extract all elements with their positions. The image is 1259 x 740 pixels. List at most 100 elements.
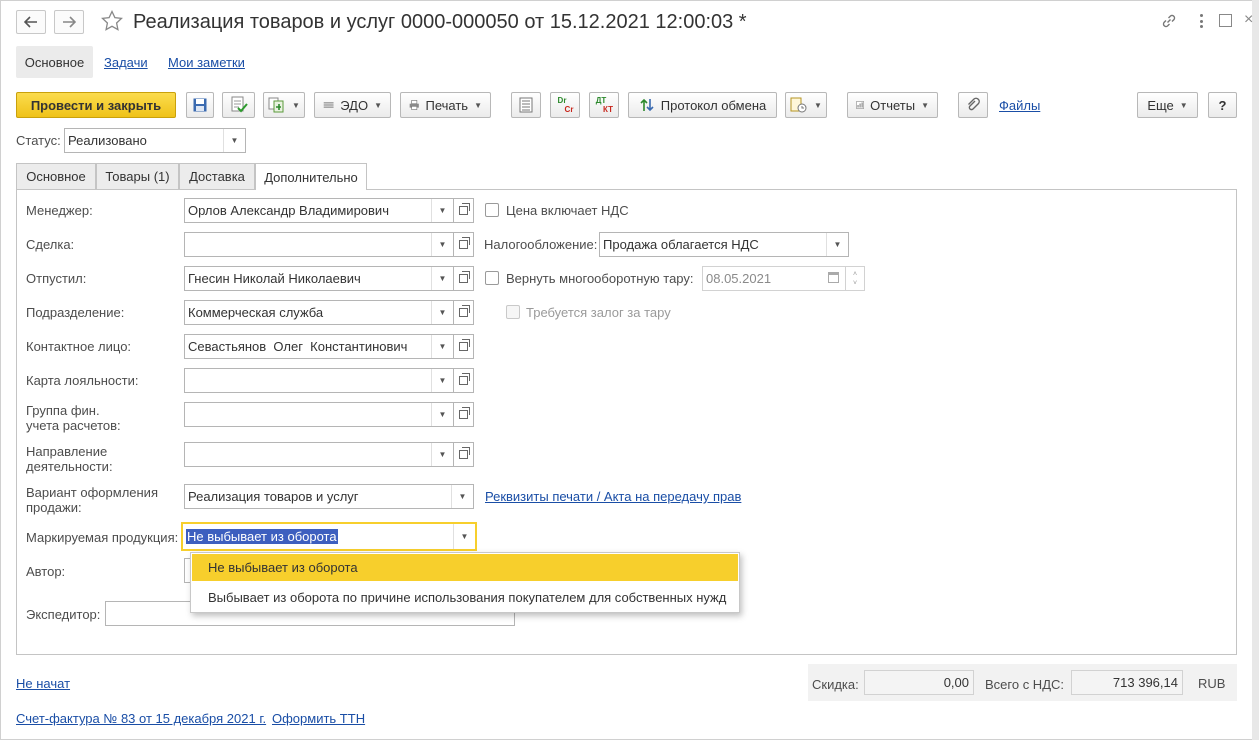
spin-up-icon[interactable]: ˄ (853, 270, 857, 279)
status-select[interactable]: Реализовано ▼ (64, 128, 246, 153)
dropdown-option-withdrawn-own-use[interactable]: Выбывает из оборота по причине использов… (192, 584, 738, 611)
spin-down-icon[interactable]: ˅ (853, 279, 857, 288)
discount-label: Скидка: (812, 677, 859, 692)
contact-field[interactable]: Севастьянов Олег Константинович ▼ (184, 334, 454, 359)
chevron-down-icon[interactable]: ▼ (431, 403, 453, 426)
forward-button[interactable] (54, 10, 84, 34)
nav-tab-notes[interactable]: Мои заметки (168, 55, 245, 70)
forwarder-label: Экспедитор: (26, 607, 101, 622)
taxation-label: Налогообложение: (484, 237, 598, 252)
fin-group-label: Группа фин. учета расчетов: (26, 403, 121, 433)
tab-additional[interactable]: Дополнительно (255, 163, 367, 190)
open-icon (459, 237, 470, 249)
released-field[interactable]: Гнесин Николай Николаевич ▼ (184, 266, 454, 291)
nav-tab-tasks[interactable]: Задачи (104, 55, 148, 70)
chevron-down-icon[interactable]: ▼ (431, 233, 453, 256)
taxation-select[interactable]: Продажа облагается НДС ▼ (599, 232, 849, 257)
nav-tab-main[interactable]: Основное (16, 46, 93, 78)
department-open-button[interactable] (454, 300, 474, 325)
fin-group-open-button[interactable] (454, 402, 474, 427)
open-icon (459, 271, 470, 283)
chevron-down-icon[interactable]: ▼ (431, 267, 453, 290)
print-details-link[interactable]: Реквизиты печати / Акта на передачу прав (485, 489, 741, 504)
manager-field[interactable]: Орлов Александр Владимирович ▼ (184, 198, 454, 223)
printer-icon (409, 100, 419, 110)
post-button[interactable] (222, 92, 255, 118)
chevron-down-icon[interactable]: ▼ (431, 301, 453, 324)
arrow-left-icon (24, 16, 37, 28)
dt-kt-button[interactable]: ДТ КТ (589, 92, 619, 118)
chevron-down-icon[interactable]: ▼ (451, 485, 473, 508)
exchange-arrows-icon (640, 98, 654, 112)
more-menu-icon[interactable] (1194, 12, 1208, 30)
dr-cr-button[interactable]: Dr Cr (550, 92, 580, 118)
direction-field[interactable]: ▼ (184, 442, 454, 467)
help-button[interactable]: ? (1208, 92, 1237, 118)
fin-group-field[interactable]: ▼ (184, 402, 454, 427)
contact-open-button[interactable] (454, 334, 474, 359)
status-label: Статус: (16, 133, 61, 148)
tasks-menu-button[interactable]: ▼ (785, 92, 827, 118)
save-button[interactable] (186, 92, 214, 118)
more-button[interactable]: Еще ▼ (1137, 92, 1198, 118)
favorite-star-icon[interactable] (100, 9, 124, 33)
total-label: Всего с НДС: (985, 677, 1065, 692)
files-link[interactable]: Файлы (999, 98, 1040, 113)
manager-open-button[interactable] (454, 198, 474, 223)
dropdown-option-not-withdrawn[interactable]: Не выбывает из оборота (192, 554, 738, 581)
date-spinner[interactable]: ˄ ˅ (846, 266, 865, 291)
deposit-required-checkbox[interactable] (506, 305, 520, 319)
chevron-down-icon[interactable]: ▼ (826, 233, 848, 256)
chevron-down-icon[interactable]: ▼ (431, 335, 453, 358)
floppy-icon (193, 98, 207, 112)
price-incl-vat-label: Цена включает НДС (506, 203, 629, 218)
department-field[interactable]: Коммерческая служба ▼ (184, 300, 454, 325)
tab-main[interactable]: Основное (16, 163, 96, 189)
deal-open-button[interactable] (454, 232, 474, 257)
loyalty-open-button[interactable] (454, 368, 474, 393)
create-based-on-button[interactable]: ▼ (263, 92, 305, 118)
released-open-button[interactable] (454, 266, 474, 291)
back-button[interactable] (16, 10, 46, 34)
attach-button[interactable] (958, 92, 988, 118)
open-icon (459, 339, 470, 351)
window-title: Реализация товаров и услуг 0000-000050 о… (133, 11, 747, 33)
calendar-icon[interactable] (828, 272, 839, 283)
deal-label: Сделка: (26, 237, 75, 252)
arrow-right-icon (63, 16, 76, 28)
post-and-close-button[interactable]: Провести и закрыть (16, 92, 176, 118)
sale-variant-select[interactable]: Реализация товаров и услуг ▼ (184, 484, 474, 509)
loyalty-field[interactable]: ▼ (184, 368, 454, 393)
direction-open-button[interactable] (454, 442, 474, 467)
chevron-down-icon[interactable]: ▼ (431, 443, 453, 466)
edo-button[interactable]: ЭДО ▼ (314, 92, 391, 118)
invoice-link[interactable]: Счет-фактура № 83 от 15 декабря 2021 г. (16, 711, 266, 726)
tab-delivery[interactable]: Доставка (179, 163, 255, 189)
ttn-link[interactable]: Оформить ТТН (272, 711, 365, 726)
return-tare-checkbox[interactable] (485, 271, 499, 285)
marked-select[interactable]: Не выбывает из оборота ▼ (181, 522, 477, 551)
journal-button[interactable] (511, 92, 541, 118)
direction-label: Направление деятельности: (26, 444, 113, 474)
return-date-field[interactable]: 08.05.2021 (702, 266, 846, 291)
maximize-icon[interactable] (1219, 14, 1232, 27)
chevron-down-icon[interactable]: ▼ (453, 524, 475, 549)
tab-goods[interactable]: Товары (1) (96, 163, 179, 189)
state-link[interactable]: Не начат (16, 676, 70, 691)
print-button[interactable]: Печать ▼ (400, 92, 491, 118)
chevron-down-icon[interactable]: ▼ (431, 369, 453, 392)
link-icon[interactable] (1160, 12, 1178, 33)
price-incl-vat-checkbox[interactable] (485, 203, 499, 217)
discount-value: 0,00 (864, 670, 974, 695)
author-label: Автор: (26, 564, 66, 579)
open-icon (459, 203, 470, 215)
open-icon (459, 373, 470, 385)
exchange-log-button[interactable]: Протокол обмена (628, 92, 777, 118)
chevron-down-icon[interactable]: ▼ (223, 129, 245, 152)
create-based-icon (268, 97, 284, 113)
close-icon[interactable]: × (1244, 12, 1253, 28)
chevron-down-icon[interactable]: ▼ (431, 199, 453, 222)
reports-button[interactable]: Отчеты ▼ (847, 92, 938, 118)
deal-field[interactable]: ▼ (184, 232, 454, 257)
released-label: Отпустил: (26, 271, 87, 286)
